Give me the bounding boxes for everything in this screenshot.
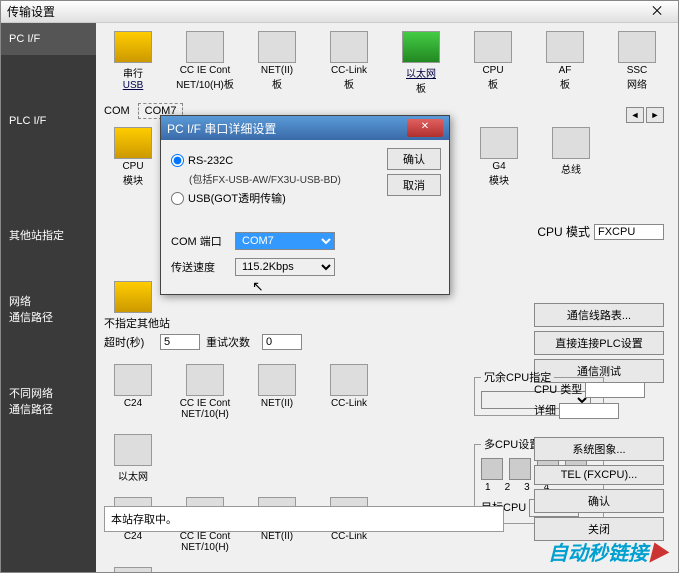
cclink-icon — [330, 31, 368, 63]
ssc-icon — [618, 31, 656, 63]
icon-ssc[interactable]: SSC网络 — [608, 31, 666, 95]
icon-cpu-module[interactable]: CPU模块 — [104, 127, 162, 187]
cpu-type-input[interactable] — [585, 382, 645, 398]
scroll-buttons: ◄ ► — [626, 107, 664, 123]
sidebar-item-coexist-route[interactable]: 不同网络 通信路径 — [1, 375, 96, 427]
scroll-left-icon[interactable]: ◄ — [626, 107, 644, 123]
ethernet-icon — [402, 31, 440, 63]
route-list-button[interactable]: 通信线路表... — [534, 303, 664, 327]
content-area: 串行USB CC IE ContNET/10(H)板 NET(II)板 CC-L… — [96, 23, 678, 572]
titlebar: 传输设置 ⨉ — [1, 1, 678, 23]
icon-af[interactable]: AF板 — [536, 31, 594, 95]
ok-button[interactable]: 确认 — [534, 489, 664, 513]
cpu-block-1[interactable] — [481, 458, 503, 480]
close-icon[interactable]: ⨉ — [642, 4, 672, 19]
icon-netii[interactable]: NET(II)板 — [248, 31, 306, 95]
dialog-body: 确认 取消 RS-232C (包括FX-USB-AW/FX3U-USB-BD) … — [161, 140, 449, 294]
icon-eth2[interactable]: 以太网 — [104, 434, 162, 483]
icon-g4[interactable]: G4模块 — [470, 127, 528, 187]
cpu-detail-input[interactable] — [559, 403, 619, 419]
tel-fxcpu-button[interactable]: TEL (FXCPU)... — [534, 465, 664, 485]
cpu-mode-input[interactable] — [594, 224, 664, 240]
icon-cclink2[interactable]: CC-Link — [320, 364, 378, 420]
bus-icon — [552, 127, 590, 159]
no-other-station-label: 不指定其他站 — [104, 315, 394, 331]
af-icon — [546, 31, 584, 63]
netii-icon — [258, 31, 296, 63]
dialog-titlebar[interactable]: PC I/F 串口详细设置 ✕ — [161, 116, 449, 140]
icon-ccie[interactable]: CC IE ContNET/10(H)板 — [176, 31, 234, 95]
g4-icon — [480, 127, 518, 159]
dialog-title: PC I/F 串口详细设置 — [167, 120, 407, 137]
cpu-type-group: CPU 类型 详细 系统图象... TEL (FXCPU)... 确认 关闭 — [534, 381, 664, 541]
icon-ethernet[interactable]: 以太网板 — [392, 31, 450, 95]
serial-detail-dialog: PC I/F 串口详细设置 ✕ 确认 取消 RS-232C (包括FX-USB-… — [160, 115, 450, 295]
icon-eth3[interactable]: 以太网 — [104, 567, 162, 572]
icon-netii2[interactable]: NET(II) — [248, 364, 306, 420]
pc-if-icons: 串行USB CC IE ContNET/10(H)板 NET(II)板 CC-L… — [104, 31, 670, 95]
sidebar-item-other-station[interactable]: 其他站指定 — [1, 217, 96, 253]
scroll-right-icon[interactable]: ► — [646, 107, 664, 123]
dialog-close-icon[interactable]: ✕ — [407, 119, 443, 137]
sidebar: PC I/F PLC I/F 其他站指定 网络 通信路径 不同网络 通信路径 — [1, 23, 96, 572]
watermark: 自动秒链接▶ — [548, 537, 668, 566]
baud-rate-select[interactable]: 115.2Kbps — [235, 258, 335, 276]
sidebar-item-plc-if[interactable]: PLC I/F — [1, 105, 96, 137]
com-port-select[interactable]: COM7 — [235, 232, 335, 250]
serial-icon — [114, 31, 152, 63]
radio-usb-input[interactable] — [171, 192, 184, 205]
sidebar-item-network-route[interactable]: 网络 通信路径 — [1, 283, 96, 335]
dialog-cancel-button[interactable]: 取消 — [387, 174, 441, 196]
direct-plc-button[interactable]: 直接连接PLC设置 — [534, 331, 664, 355]
dialog-ok-button[interactable]: 确认 — [387, 148, 441, 170]
status-bar: 本站存取中。 — [104, 506, 504, 532]
ccie-icon — [186, 31, 224, 63]
icon-cpu-board[interactable]: CPU板 — [464, 31, 522, 95]
icon-c24[interactable]: C24 — [104, 364, 162, 420]
retry-input[interactable] — [262, 334, 302, 350]
radio-rs232c-input[interactable] — [171, 154, 184, 167]
cpu-mode-row: CPU 模式 — [537, 223, 664, 240]
sidebar-item-pc-if[interactable]: PC I/F — [1, 23, 96, 55]
nostation-icon — [114, 281, 152, 313]
system-image-button[interactable]: 系统图象... — [534, 437, 664, 461]
cpu-icon — [474, 31, 512, 63]
cpu-block-2[interactable] — [509, 458, 531, 480]
timeout-input[interactable] — [160, 334, 200, 350]
icon-ccie2[interactable]: CC IE ContNET/10(H) — [176, 364, 234, 420]
icon-serial-usb[interactable]: 串行USB — [104, 31, 162, 95]
icon-no-other-station[interactable] — [104, 281, 162, 315]
icon-bus[interactable]: 总线 — [542, 127, 600, 187]
window-title: 传输设置 — [7, 3, 642, 20]
icon-cclink[interactable]: CC-Link板 — [320, 31, 378, 95]
cpu-module-icon — [114, 127, 152, 159]
network-route-icons: C24 CC IE ContNET/10(H) NET(II) CC-Link … — [104, 364, 394, 483]
